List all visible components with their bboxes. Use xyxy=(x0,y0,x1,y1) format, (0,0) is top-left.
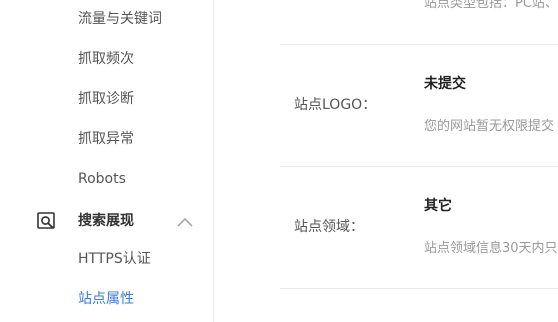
sidebar-item-crawl-frequency[interactable]: 抓取频次 xyxy=(78,49,134,69)
sidebar-item-site-properties[interactable]: 站点属性 xyxy=(78,289,134,309)
search-window-icon xyxy=(36,211,56,231)
sidebar-item-robots[interactable]: Robots xyxy=(78,169,126,189)
site-domain-description: 站点领域信息30天内只 xyxy=(424,241,558,256)
chevron-up-icon[interactable] xyxy=(176,214,194,228)
site-logo-description: 您的网站暂无权限提交 xyxy=(424,119,555,134)
sidebar-section-search-display[interactable]: 搜索展现 xyxy=(0,208,214,234)
sidebar-item-https[interactable]: HTTPS认证 xyxy=(78,249,151,269)
divider xyxy=(280,44,558,45)
divider xyxy=(280,166,558,167)
sidebar-item-traffic-keywords[interactable]: 流量与关键词 xyxy=(78,9,162,29)
site-logo-label: 站点LOGO： xyxy=(294,97,377,113)
sidebar-section-label: 搜索展现 xyxy=(78,213,134,229)
sidebar-item-crawl-errors[interactable]: 抓取异常 xyxy=(78,129,134,149)
page: 流量与关键词 抓取频次 抓取诊断 抓取异常 Robots 搜索展现 HTTPS认… xyxy=(0,0,558,322)
site-logo-status: 未提交 xyxy=(424,76,466,92)
sidebar-item-crawl-diagnosis[interactable]: 抓取诊断 xyxy=(78,89,134,109)
sidebar-nav: 流量与关键词 抓取频次 抓取诊断 抓取异常 Robots 搜索展现 HTTPS认… xyxy=(0,0,214,322)
divider xyxy=(280,288,558,289)
site-domain-value: 其它 xyxy=(424,198,452,214)
site-type-description: 站点类型包括：PC站、 xyxy=(424,0,558,11)
main-content: 站点类型包括：PC站、 站点LOGO： 未提交 您的网站暂无权限提交 站点领域：… xyxy=(215,0,558,322)
site-domain-label: 站点领域： xyxy=(294,219,364,235)
